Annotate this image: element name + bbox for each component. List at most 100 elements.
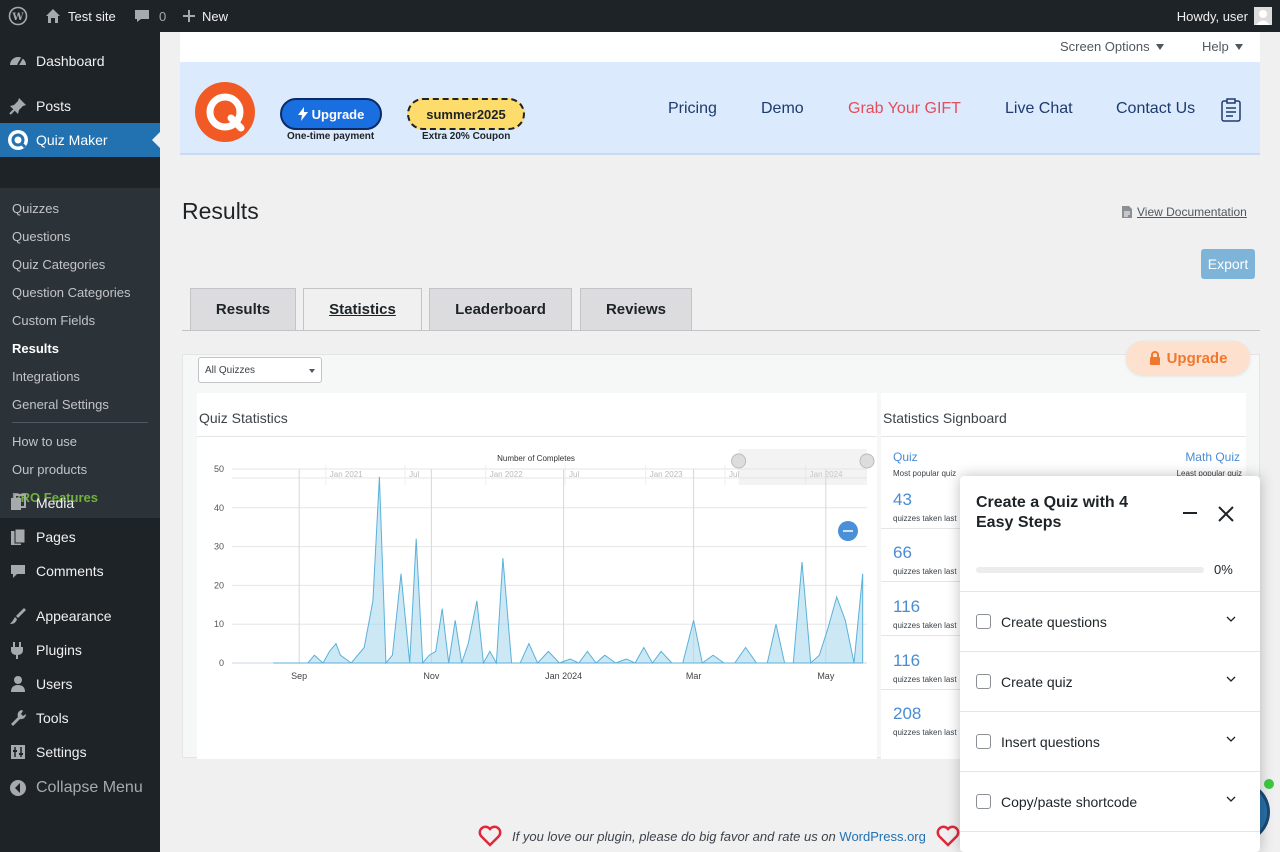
account-link[interactable]: Howdy, user <box>1177 0 1272 32</box>
media-icon <box>0 493 36 513</box>
coupon-badge[interactable]: summer2025 <box>407 98 525 130</box>
coupon-code: summer2025 <box>426 106 506 122</box>
menu-comments[interactable]: Comments <box>0 554 160 588</box>
comments-link[interactable]: 0 <box>133 0 166 32</box>
widget-bottom-divider <box>960 831 1260 832</box>
step-checkbox[interactable] <box>976 734 991 749</box>
site-name-link[interactable]: Test site <box>44 0 116 32</box>
menu-label: Tools <box>36 710 69 726</box>
step-copy-shortcode[interactable]: Copy/paste shortcode <box>960 771 1260 831</box>
howdy-text: Howdy, user <box>1176 8 1248 24</box>
close-icon[interactable] <box>1218 506 1234 527</box>
nav-live-chat[interactable]: Live Chat <box>1005 100 1073 118</box>
document-icon <box>1122 206 1132 218</box>
submenu-questions[interactable]: Questions <box>12 229 71 244</box>
x-tick-label: Mar <box>686 671 702 681</box>
tab-leaderboard[interactable]: Leaderboard <box>429 288 572 331</box>
menu-posts[interactable]: Posts <box>0 89 160 123</box>
menu-users[interactable]: Users <box>0 667 160 701</box>
navigator-handle-right <box>859 453 875 469</box>
panel-upgrade-label: Upgrade <box>1166 349 1228 367</box>
nav-pricing[interactable]: Pricing <box>668 100 717 118</box>
submenu-quizzes[interactable]: Quizzes <box>12 201 59 216</box>
progress-percent: 0% <box>1214 562 1233 577</box>
signboard-divider <box>881 436 1246 437</box>
step-label: Insert questions <box>1001 733 1100 750</box>
caret-down-icon <box>1234 43 1243 50</box>
stat-label: quizzes taken last <box>893 514 957 523</box>
view-documentation-link[interactable]: View Documentation <box>1122 205 1247 219</box>
completes-chart: Number of Completes Jan 2021 Jul Jan 2022 J… <box>214 449 875 681</box>
submenu-general-settings[interactable]: General Settings <box>12 397 109 412</box>
admin-bar: W Test site 0 New Howdy, user <box>0 0 1280 32</box>
nav-demo[interactable]: Demo <box>761 100 804 118</box>
step-insert-questions[interactable]: Insert questions <box>960 711 1260 771</box>
minimize-icon[interactable] <box>1182 504 1198 525</box>
y-tick-label: 30 <box>214 542 224 552</box>
submenu-how-to-use[interactable]: How to use <box>12 434 77 449</box>
nav-contact-us[interactable]: Contact Us <box>1116 100 1195 118</box>
menu-settings[interactable]: Settings <box>0 735 160 769</box>
menu-label: Pages <box>36 529 76 545</box>
menu-quiz-maker[interactable]: Quiz Maker <box>0 123 160 157</box>
menu-label: Appearance <box>36 608 112 624</box>
step-checkbox[interactable] <box>976 674 991 689</box>
online-status-dot <box>1264 779 1274 789</box>
submenu-our-products[interactable]: Our products <box>12 462 87 477</box>
onboarding-widget: Create a Quiz with 4 Easy Steps 0% Creat… <box>960 476 1260 852</box>
menu-dashboard[interactable]: Dashboard <box>0 44 160 78</box>
y-tick-label: 0 <box>219 658 224 668</box>
menu-media[interactable]: Media <box>0 486 160 520</box>
wordpress-logo-icon[interactable]: W <box>8 0 28 32</box>
clipboard-icon[interactable] <box>1221 98 1241 127</box>
submenu-custom-fields[interactable]: Custom Fields <box>12 313 95 328</box>
stat-label: quizzes taken last <box>893 728 957 737</box>
tab-reviews[interactable]: Reviews <box>580 288 692 331</box>
y-tick-label: 50 <box>214 464 224 474</box>
quiz-maker-logo[interactable] <box>195 82 255 142</box>
menu-appearance[interactable]: Appearance <box>0 599 160 633</box>
menu-plugins[interactable]: Plugins <box>0 633 160 667</box>
menu-collapse[interactable]: Collapse Menu <box>0 771 160 805</box>
stat-value: 208 <box>893 704 922 723</box>
step-checkbox[interactable] <box>976 794 991 809</box>
help-button[interactable]: Help <box>1202 39 1243 54</box>
step-create-quiz[interactable]: Create quiz <box>960 651 1260 711</box>
upgrade-button[interactable]: Upgrade <box>280 98 382 130</box>
comment-count: 0 <box>159 8 167 24</box>
settings-icon <box>0 742 36 762</box>
screen-options-button[interactable]: Screen Options <box>1060 39 1164 54</box>
navigator-tick-label: Jul <box>729 470 739 479</box>
users-icon <box>0 674 36 694</box>
step-create-questions[interactable]: Create questions <box>960 591 1260 651</box>
help-label: Help <box>1202 39 1229 54</box>
submenu-question-categories[interactable]: Question Categories <box>12 285 131 300</box>
navigator-handle-left <box>731 453 747 469</box>
panel-upgrade-button[interactable]: Upgrade <box>1126 341 1250 375</box>
coupon-subtext: Extra 20% Coupon <box>422 131 511 142</box>
stat-label: quizzes taken last <box>893 675 957 684</box>
tab-results[interactable]: Results <box>190 288 296 331</box>
step-checkbox[interactable] <box>976 614 991 629</box>
chevron-down-icon <box>1226 676 1236 682</box>
chart-title: Number of Completes <box>497 454 575 463</box>
wrench-icon <box>0 708 36 728</box>
menu-tools[interactable]: Tools <box>0 701 160 735</box>
reset-zoom-button[interactable] <box>838 521 858 541</box>
new-content-link[interactable]: New <box>182 0 228 32</box>
nav-gift[interactable]: Grab Your GIFT <box>848 100 961 118</box>
menu-pages[interactable]: Pages <box>0 520 160 554</box>
least-popular-quiz[interactable]: Math Quiz <box>1185 450 1240 464</box>
wordpress-org-link[interactable]: WordPress.org <box>839 829 925 844</box>
submenu-results[interactable]: Results <box>12 341 59 356</box>
submenu-quiz-categories[interactable]: Quiz Categories <box>12 257 105 272</box>
submenu-integrations[interactable]: Integrations <box>12 369 80 384</box>
quiz-maker-icon <box>0 128 36 152</box>
tab-statistics[interactable]: Statistics <box>303 288 422 331</box>
submenu-divider <box>12 422 148 423</box>
site-name: Test site <box>68 8 116 24</box>
export-button[interactable]: Export <box>1201 249 1255 279</box>
most-popular-quiz[interactable]: Quiz <box>893 450 918 464</box>
quiz-select[interactable]: All Quizzes <box>198 357 322 383</box>
one-time-text: One-time payment <box>287 131 375 142</box>
